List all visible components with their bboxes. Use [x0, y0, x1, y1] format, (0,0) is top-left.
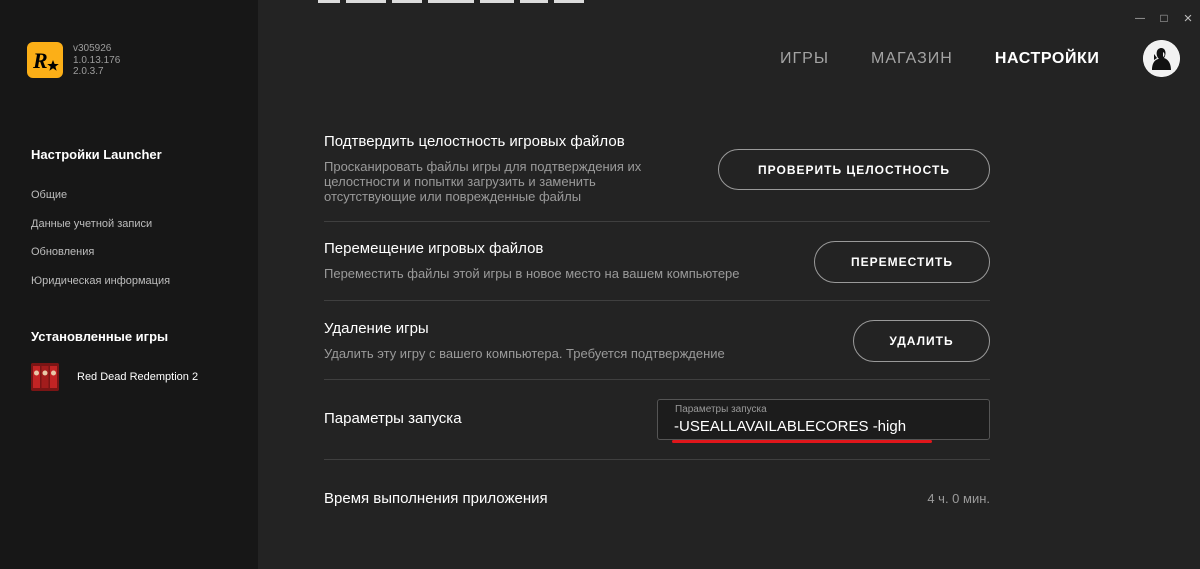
move-button[interactable]: ПЕРЕМЕСТИТЬ	[814, 241, 990, 283]
sidebar-item-rdr2[interactable]: Red Dead Redemption 2	[31, 363, 198, 391]
launcher-settings-heading: Настройки Launcher	[31, 147, 162, 162]
sidebar-item-legal[interactable]: Юридическая информация	[31, 275, 170, 287]
sidebar-item-updates[interactable]: Обновления	[31, 246, 94, 258]
verify-integrity-button[interactable]: ПРОВЕРИТЬ ЦЕЛОСТНОСТЬ	[718, 149, 990, 190]
divider	[324, 379, 990, 380]
game-name: Red Dead Redemption 2	[77, 371, 199, 383]
minimize-icon[interactable]: —	[1128, 8, 1152, 28]
window-controls: — □ ×	[1128, 8, 1200, 28]
svg-text:R: R	[32, 48, 48, 73]
divider	[324, 221, 990, 222]
sidebar-item-general[interactable]: Общие	[31, 189, 67, 201]
verify-title: Подтвердить целостность игровых файлов	[324, 133, 625, 150]
client-version: 1.0.13.176	[73, 54, 121, 66]
launch-params-title: Параметры запуска	[324, 410, 462, 427]
maximize-icon[interactable]: □	[1152, 8, 1176, 28]
version-info: v305926 1.0.13.176 2.0.3.7	[73, 43, 120, 78]
top-nav: ИГРЫ МАГАЗИН НАСТРОЙКИ	[780, 48, 1100, 70]
header-banner-fragment	[318, 0, 584, 3]
move-description: Переместить файлы этой игры в новое мест…	[324, 266, 740, 281]
launcher-version: v305926	[73, 43, 112, 54]
close-icon[interactable]: ×	[1176, 8, 1200, 28]
launch-params-label: Параметры запуска	[675, 404, 767, 415]
rockstar-logo-icon: R	[27, 42, 63, 78]
uninstall-description: Удалить эту игру с вашего компьютера. Тр…	[324, 346, 725, 361]
uninstall-title: Удаление игры	[324, 320, 429, 337]
uninstall-button[interactable]: УДАЛИТЬ	[853, 320, 990, 362]
tab-settings[interactable]: НАСТРОЙКИ	[995, 50, 1100, 68]
divider	[324, 300, 990, 301]
highlight-underline	[672, 440, 932, 443]
launch-params-input[interactable]	[673, 415, 974, 437]
divider	[324, 459, 990, 460]
tab-store[interactable]: МАГАЗИН	[871, 50, 953, 68]
launch-params-field[interactable]: Параметры запуска	[657, 399, 990, 440]
verify-description: Просканировать файлы игры для подтвержде…	[324, 159, 642, 204]
move-title: Перемещение игровых файлов	[324, 240, 544, 257]
sidebar-item-account[interactable]: Данные учетной записи	[31, 218, 152, 230]
launcher-window: R v305926 1.0.13.176 2.0.3.7 Настройки L…	[0, 0, 1200, 569]
sidebar: R v305926 1.0.13.176 2.0.3.7 Настройки L…	[0, 0, 258, 569]
runtime-value: 4 ч. 0 мин.	[927, 491, 990, 506]
runtime-title: Время выполнения приложения	[324, 490, 548, 507]
tab-games[interactable]: ИГРЫ	[780, 50, 829, 68]
installed-games-heading: Установленные игры	[31, 329, 169, 344]
rdr2-cover-icon	[31, 363, 59, 391]
service-version: 2.0.3.7	[73, 66, 104, 77]
avatar[interactable]	[1143, 40, 1180, 77]
